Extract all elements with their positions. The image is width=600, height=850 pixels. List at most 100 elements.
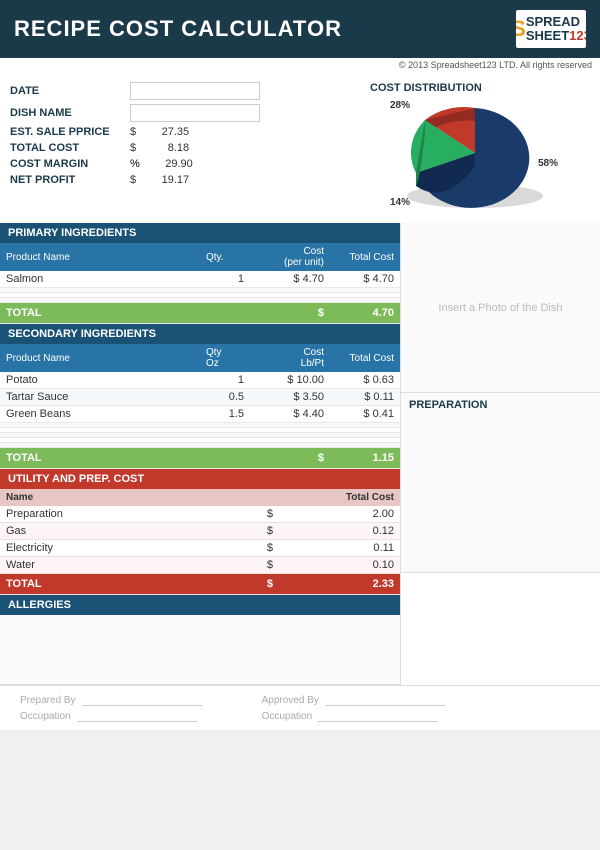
secondary-col-total: Total Cost — [330, 344, 400, 372]
secondary-total-row: TOTAL $ 1.15 — [0, 448, 400, 469]
secondary-row-1: Tartar Sauce 0.5 $ 3.50 $ 0.11 — [0, 389, 400, 406]
utility-sym-2: $ — [214, 540, 280, 557]
utility-section-header: UTILITY AND PREP. COST — [0, 469, 400, 489]
dish-name-label: DISH NAME — [10, 107, 130, 119]
occupation-line — [77, 710, 197, 722]
utility-total-value: 2.33 — [279, 574, 400, 595]
est-sale-row: EST. SALE PPRICE $ 27.35 — [10, 126, 360, 138]
pie-label-28: 28% — [390, 100, 410, 111]
pie-label-14: 14% — [390, 197, 410, 208]
primary-total-sym: $ — [250, 303, 330, 324]
utility-sym-1: $ — [214, 523, 280, 540]
utility-sym-0: $ — [214, 506, 280, 523]
net-profit-row: NET PROFIT $ 19.17 — [10, 174, 360, 186]
secondary-qty-2: 1.5 — [200, 406, 250, 423]
primary-header-row: Product Name Qty. Cost(per unit) Total C… — [0, 243, 400, 271]
cost-margin-value: 29.90 — [143, 158, 193, 170]
utility-table: Name Total Cost Preparation $ 2.00 Gas $… — [0, 489, 400, 595]
copyright: © 2013 Spreadsheet123 LTD. All rights re… — [0, 58, 600, 72]
logo-sheet: SHEET123 — [526, 29, 586, 43]
footer: Prepared By Occupation Approved By Occup… — [0, 685, 600, 730]
primary-col-cost: Cost(per unit) — [250, 243, 330, 271]
secondary-total-sym: $ — [250, 448, 330, 469]
prepared-by-field: Prepared By — [20, 694, 202, 706]
header: RECIPE COST CALCULATOR S SPREAD SHEET123 — [0, 0, 600, 58]
net-profit-value: 19.17 — [139, 174, 189, 186]
utility-val-0: 2.00 — [279, 506, 400, 523]
date-row: DATE — [10, 82, 360, 100]
secondary-total-1: $ 0.11 — [330, 389, 400, 406]
total-cost-label: TOTAL COST — [10, 142, 130, 154]
prepared-by-line — [82, 694, 202, 706]
primary-qty-0: 1 — [200, 271, 250, 288]
secondary-total-label: TOTAL — [0, 448, 250, 469]
secondary-total-value: 1.15 — [330, 448, 400, 469]
allergies-section-header: ALLERGIES — [0, 595, 400, 615]
secondary-section-header: SECONDARY INGREDIENTS — [0, 324, 400, 344]
primary-total-0: $ 4.70 — [330, 271, 400, 288]
utility-total-label: TOTAL — [0, 574, 214, 595]
utility-col-total: Total Cost — [214, 489, 401, 506]
prepared-by-label: Prepared By — [20, 695, 76, 706]
cost-margin-percent: % — [130, 158, 140, 170]
utility-total-sym: $ — [214, 574, 280, 595]
primary-row-0: Salmon 1 $ 4.70 $ 4.70 — [0, 271, 400, 288]
secondary-col-cost: CostLb/Pt — [250, 344, 330, 372]
pie-chart: 28% 58% 14% — [370, 98, 560, 218]
utility-row-2: Electricity $ 0.11 — [0, 540, 400, 557]
right-panel: Insert a Photo of the Dish PREPARATION — [400, 223, 600, 685]
app-title: RECIPE COST CALCULATOR — [14, 16, 342, 42]
secondary-qty-1: 0.5 — [200, 389, 250, 406]
secondary-ingredients-table: Product Name QtyOz CostLb/Pt Total Cost … — [0, 344, 400, 469]
utility-val-3: 0.10 — [279, 557, 400, 574]
secondary-total-2: $ 0.41 — [330, 406, 400, 423]
secondary-name-0: Potato — [0, 372, 200, 389]
logo: S SPREAD SHEET123 — [516, 10, 586, 48]
secondary-cost-1: $ 3.50 — [250, 389, 330, 406]
primary-total-value: 4.70 — [330, 303, 400, 324]
occupation2-line — [318, 710, 438, 722]
summary-fields: DATE DISH NAME EST. SALE PPRICE $ 27.35 … — [10, 82, 360, 218]
est-sale-label: EST. SALE PPRICE — [10, 126, 130, 138]
logo-spread: SPREAD — [526, 15, 586, 29]
secondary-qty-0: 1 — [200, 372, 250, 389]
utility-val-1: 0.12 — [279, 523, 400, 540]
cost-margin-label: COST MARGIN — [10, 158, 130, 170]
dish-name-input[interactable] — [130, 104, 260, 122]
date-label: DATE — [10, 85, 130, 97]
utility-name-2: Electricity — [0, 540, 214, 557]
pie-label-58: 58% — [538, 158, 558, 169]
utility-total-row: TOTAL $ 2.33 — [0, 574, 400, 595]
primary-name-0: Salmon — [0, 271, 200, 288]
occupation-label: Occupation — [20, 711, 71, 722]
left-panel: PRIMARY INGREDIENTS Product Name Qty. Co… — [0, 223, 400, 685]
summary-section: DATE DISH NAME EST. SALE PPRICE $ 27.35 … — [0, 72, 600, 223]
utility-row-1: Gas $ 0.12 — [0, 523, 400, 540]
primary-col-total: Total Cost — [330, 243, 400, 271]
secondary-total-0: $ 0.63 — [330, 372, 400, 389]
secondary-cost-2: $ 4.40 — [250, 406, 330, 423]
logo-123: 123 — [569, 28, 586, 43]
utility-row-3: Water $ 0.10 — [0, 557, 400, 574]
primary-section-header: PRIMARY INGREDIENTS — [0, 223, 400, 243]
primary-col-product: Product Name — [0, 243, 200, 271]
utility-name-1: Gas — [0, 523, 214, 540]
occupation2-field: Occupation — [262, 710, 445, 722]
cost-margin-row: COST MARGIN % 29.90 — [10, 158, 360, 170]
total-cost-row: TOTAL COST $ 8.18 — [10, 142, 360, 154]
utility-col-name: Name — [0, 489, 214, 506]
utility-row-0: Preparation $ 2.00 — [0, 506, 400, 523]
footer-right: Approved By Occupation — [262, 694, 445, 722]
occupation-field: Occupation — [20, 710, 202, 722]
preparation-label: PREPARATION — [401, 393, 600, 573]
logo-s-icon: S — [516, 16, 526, 42]
approved-by-field: Approved By — [262, 694, 445, 706]
primary-total-label: TOTAL — [0, 303, 250, 324]
date-input[interactable] — [130, 82, 260, 100]
logo-box: S SPREAD SHEET123 — [516, 10, 586, 48]
utility-name-3: Water — [0, 557, 214, 574]
page: RECIPE COST CALCULATOR S SPREAD SHEET123… — [0, 0, 600, 730]
approved-by-label: Approved By — [262, 695, 319, 706]
secondary-header-row: Product Name QtyOz CostLb/Pt Total Cost — [0, 344, 400, 372]
primary-tbody: Salmon 1 $ 4.70 $ 4.70 — [0, 271, 400, 303]
